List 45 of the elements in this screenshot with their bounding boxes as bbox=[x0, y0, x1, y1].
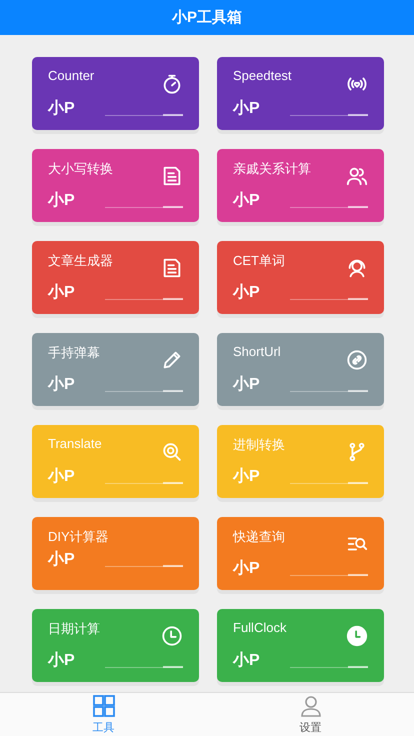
tool-title: 进制转换 bbox=[233, 436, 285, 454]
tool-card[interactable]: 文章生成器 小P bbox=[32, 241, 199, 314]
brand-label: 小P bbox=[233, 650, 260, 671]
tool-card[interactable]: DIY计算器 小P bbox=[32, 517, 199, 590]
tool-card[interactable]: 日期计算 小P bbox=[32, 609, 199, 682]
tool-title: CET单词 bbox=[233, 252, 285, 270]
tool-card[interactable]: Speedtest 小P bbox=[217, 57, 384, 130]
tool-title: 手持弹幕 bbox=[48, 344, 100, 362]
brand-label: 小P bbox=[233, 98, 260, 119]
tool-title: 快递查询 bbox=[233, 528, 285, 546]
tool-title: Speedtest bbox=[233, 68, 292, 83]
tool-title: DIY计算器 bbox=[48, 528, 109, 546]
tool-title: Translate bbox=[48, 436, 102, 451]
nav-tab[interactable]: 工具 bbox=[0, 693, 207, 736]
tool-card[interactable]: ShortUrl 小P bbox=[217, 333, 384, 406]
tool-card[interactable]: Counter 小P bbox=[32, 57, 199, 130]
tool-card[interactable]: 亲戚关系计算 小P bbox=[217, 149, 384, 222]
brand-label: 小P bbox=[233, 374, 260, 395]
brand-label: 小P bbox=[48, 374, 75, 395]
brand-label: 小P bbox=[48, 650, 75, 671]
tool-card[interactable]: Translate 小P bbox=[32, 425, 199, 498]
nav-tab[interactable]: 设置 bbox=[207, 693, 414, 736]
brand-label: 小P bbox=[48, 98, 75, 119]
tool-card[interactable]: FullClock 小P bbox=[217, 609, 384, 682]
tool-card[interactable]: 快递查询 小P bbox=[217, 517, 384, 590]
tool-title: ShortUrl bbox=[233, 344, 281, 359]
brand-label: 小P bbox=[48, 550, 75, 570]
app-title: 小P工具箱 bbox=[172, 8, 242, 27]
tool-title: 亲戚关系计算 bbox=[233, 160, 311, 178]
tool-card[interactable]: 大小写转换 小P bbox=[32, 149, 199, 222]
tool-card[interactable]: 手持弹幕 小P bbox=[32, 333, 199, 406]
brand-label: 小P bbox=[233, 282, 260, 303]
tool-title: 大小写转换 bbox=[48, 160, 113, 178]
tool-title: FullClock bbox=[233, 620, 286, 635]
brand-label: 小P bbox=[48, 190, 75, 211]
tool-card[interactable]: 进制转换 小P bbox=[217, 425, 384, 498]
tool-title: Counter bbox=[48, 68, 94, 83]
brand-label: 小P bbox=[48, 466, 75, 487]
tool-card[interactable]: CET单词 小P bbox=[217, 241, 384, 314]
tool-title: 文章生成器 bbox=[48, 252, 113, 270]
brand-label: 小P bbox=[233, 190, 260, 211]
brand-label: 小P bbox=[233, 558, 260, 579]
brand-label: 小P bbox=[233, 466, 260, 487]
tool-title: 日期计算 bbox=[48, 620, 100, 638]
brand-label: 小P bbox=[48, 282, 75, 303]
